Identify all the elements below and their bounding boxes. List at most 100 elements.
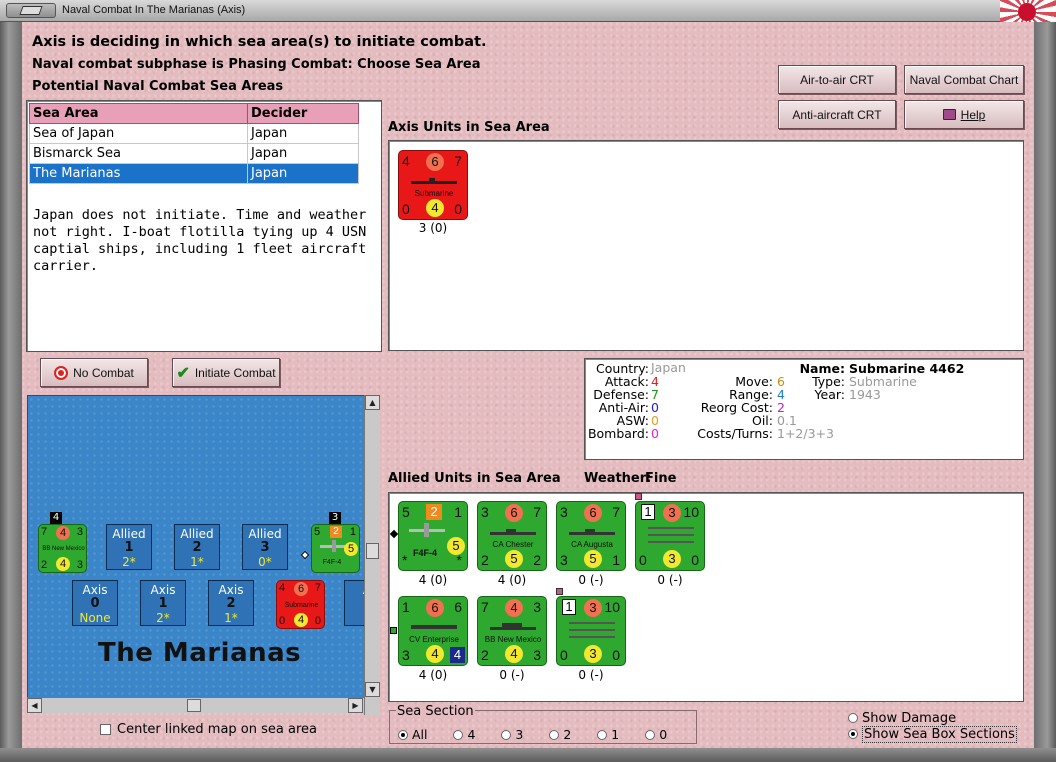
attack-value: 7	[41, 526, 48, 538]
asw-value: 3	[533, 647, 541, 663]
unit-name: CA Chester	[492, 540, 534, 549]
box-side-label: Allied	[248, 527, 282, 541]
main-panel: Axis is deciding in which sea area(s) to…	[22, 22, 1034, 748]
axis-sea-box-0[interactable]: Axis 0 None	[72, 580, 118, 626]
battleship-icon	[490, 623, 536, 630]
defense-value: 10	[604, 599, 620, 615]
move-value: 6	[294, 582, 308, 596]
scroll-right-icon[interactable]: ▶	[348, 698, 363, 713]
aa-value: 2	[41, 559, 48, 571]
naval-combat-chart-label: Naval Combat Chart	[909, 72, 1019, 87]
help-button[interactable]: Help	[904, 100, 1024, 129]
unit-counter-submarine[interactable]: 4 6 7 Submarine 0 4 0	[398, 150, 468, 220]
table-row[interactable]: Sea of Japan Japan	[29, 123, 359, 144]
unit-name: BB New Mexico	[484, 635, 542, 644]
initiate-combat-button[interactable]: ✔ Initiate Combat	[172, 358, 280, 387]
sea-section-option-1[interactable]: 1	[597, 727, 619, 742]
range-value: 5	[505, 550, 523, 568]
weather-value: Fine	[645, 471, 677, 486]
sea-area-cell: Bismarck Sea	[29, 143, 248, 164]
table-row[interactable]: Bismarck Sea Japan	[29, 143, 359, 164]
no-combat-button[interactable]: No Combat	[40, 358, 148, 387]
unit-counter-cv-enterprise[interactable]: 1 6 6 CV Enterprise 3 4 4	[398, 596, 468, 666]
attack-value: 1	[402, 599, 410, 615]
box-number: 3	[260, 540, 270, 555]
unit-status-label: 0 (-)	[578, 573, 604, 587]
decider-cell: Japan	[247, 123, 359, 144]
box-value: 2*	[122, 555, 136, 569]
aa-value: 0	[639, 552, 647, 568]
carrier-icon	[411, 625, 457, 629]
allied-units-heading: Allied Units in Sea Area	[388, 471, 561, 486]
unit-counter-ca-chester[interactable]: 3 6 7 CA Chester 2 5 2	[477, 501, 547, 571]
scroll-down-icon[interactable]: ▼	[365, 682, 380, 697]
map-vertical-scrollbar[interactable]: ▲ ▼	[364, 395, 380, 715]
unit-counter-f4f-4[interactable]: 5 2 1 F4F-4 * 5 *	[398, 501, 468, 571]
allied-sea-box-1[interactable]: Allied 1 2*	[106, 524, 152, 570]
anti-aircraft-crt-button[interactable]: Anti-aircraft CRT	[778, 100, 896, 129]
defense-value: 1	[349, 526, 356, 538]
year-label: Year:	[814, 387, 845, 402]
sea-area-map[interactable]: 4 7 4 3 BB New Mexico 2 4 3 Allied 1 2* …	[27, 395, 379, 700]
destroyer-flotilla-icon	[648, 527, 694, 543]
air-to-air-crt-button[interactable]: Air-to-air CRT	[778, 65, 896, 94]
map-unit-f4f-4[interactable]: 5 2 1 F4F-4 5	[311, 524, 360, 573]
range-value: 4	[426, 645, 444, 663]
show-damage-option[interactable]: Show Damage	[848, 711, 956, 726]
box-side-label: Axis	[150, 583, 176, 597]
naval-combat-chart-button[interactable]: Naval Combat Chart	[904, 65, 1024, 94]
unit-name: CV Enterprise	[409, 635, 459, 644]
horizontal-scroll-thumb[interactable]	[187, 699, 201, 712]
axis-sea-box-1[interactable]: Axis 1 2*	[140, 580, 186, 626]
sea-section-option-0[interactable]: 0	[645, 727, 667, 742]
allied-sea-box-2[interactable]: Allied 2 1*	[174, 524, 220, 570]
aa-value: 2	[481, 647, 489, 663]
box-side-label: Axis	[218, 583, 244, 597]
radio-icon	[501, 730, 512, 740]
attack-value: 1	[641, 504, 655, 520]
unit-counter-ca-augusta[interactable]: 3 6 7 CA Augusta 3 5 1	[556, 501, 626, 571]
help-label: Help	[960, 107, 986, 122]
vertical-scroll-thumb[interactable]	[366, 543, 379, 559]
weather-label: Weather:	[584, 471, 652, 486]
box-side-label: Axis	[82, 583, 108, 597]
center-map-checkbox[interactable]	[100, 724, 111, 735]
window-menu-button[interactable]	[6, 3, 56, 18]
left-frame-rail	[0, 22, 22, 762]
sea-section-option-2[interactable]: 2	[549, 727, 571, 742]
sea-section-option-all[interactable]: All	[398, 727, 428, 742]
sea-section-option-3[interactable]: 3	[501, 727, 523, 742]
range-value: 5	[584, 550, 602, 568]
show-sea-box-sections-option[interactable]: Show Sea Box Sections	[848, 726, 1017, 743]
unit-status-label: 3 (0)	[418, 221, 448, 235]
map-horizontal-scrollbar[interactable]: ◀ ▶	[27, 697, 364, 713]
move-value: 2	[330, 526, 342, 538]
unit-name: Submarine	[284, 602, 319, 609]
table-row-selected[interactable]: The Marianas Japan	[29, 163, 359, 184]
submarine-icon	[411, 178, 457, 184]
scroll-left-icon[interactable]: ◀	[27, 698, 42, 713]
decision-description: Japan does not initiate. Time and weathe…	[33, 207, 367, 274]
allied-sea-box-3[interactable]: Allied 3 0*	[242, 524, 288, 570]
scroll-up-icon[interactable]: ▲	[365, 395, 380, 410]
asw-value: 0	[314, 615, 321, 627]
defense-value: 3	[533, 599, 541, 615]
map-unit-bb-new-mexico[interactable]: 7 4 3 BB New Mexico 2 4 3	[38, 524, 87, 573]
aa-value: *	[402, 552, 408, 568]
sea-area-panel: Sea Area Decider Sea of Japan Japan Bism…	[26, 100, 382, 352]
unit-counter-destroyer-flotilla[interactable]: 1 3 10 0 3 0	[635, 501, 705, 571]
unit-counter-bb-new-mexico[interactable]: 7 4 3 BB New Mexico 2 4 3	[477, 596, 547, 666]
sea-section-option-4[interactable]: 4	[453, 727, 475, 742]
axis-sea-box-2[interactable]: Axis 2 1*	[208, 580, 254, 626]
unit-counter-destroyer-flotilla[interactable]: 1 3 10 0 3 0	[556, 596, 626, 666]
radio-selected-icon	[848, 729, 858, 739]
box-side-label: Allied	[112, 527, 146, 541]
bottom-frame-rail	[0, 748, 1056, 762]
map-unit-submarine[interactable]: 4 6 7 Submarine 0 4 0	[276, 580, 325, 629]
defense-value: 7	[533, 504, 541, 520]
title-bar: Naval Combat In The Marianas (Axis)	[0, 0, 1056, 22]
attack-value: 3	[560, 504, 568, 520]
box-value: 1*	[190, 555, 204, 569]
window-icon	[19, 6, 43, 15]
move-value: 3	[584, 599, 602, 617]
